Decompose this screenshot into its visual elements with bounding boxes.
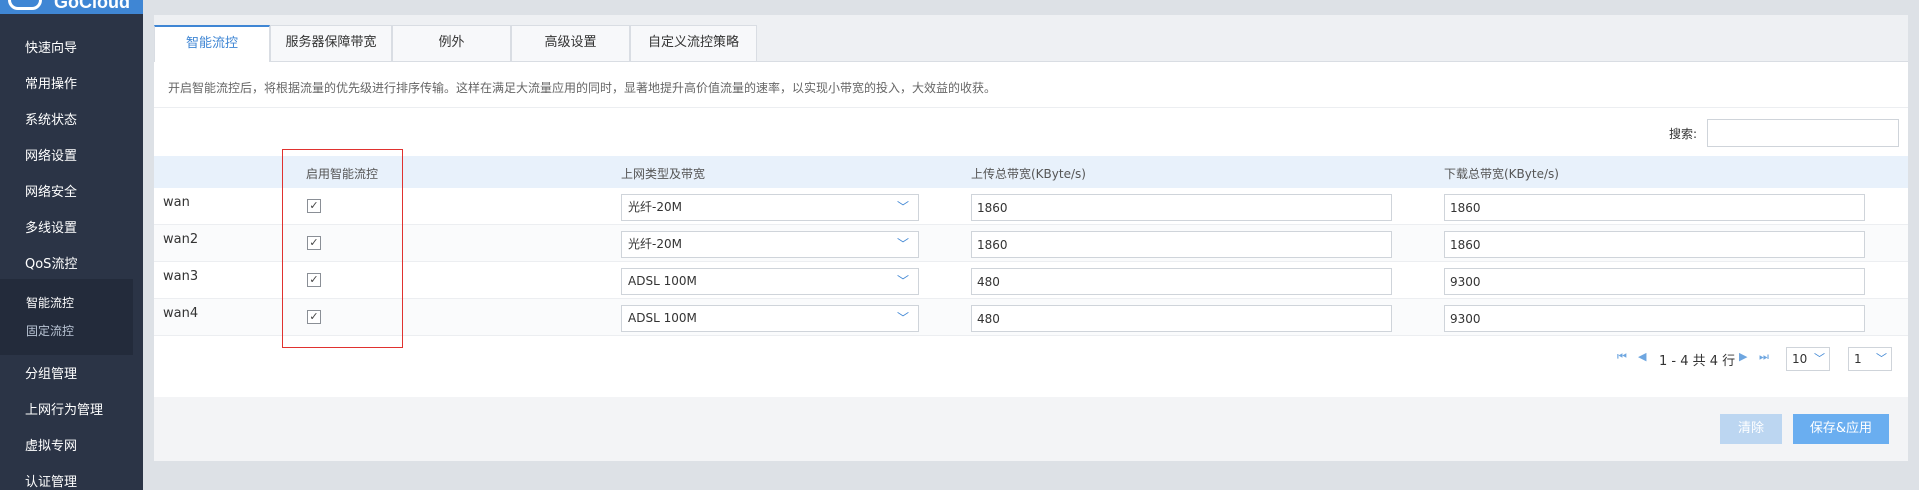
chevron-down-icon: ﹀ xyxy=(896,274,909,288)
chevron-down-icon: ﹀ xyxy=(896,311,909,325)
highlight-box xyxy=(282,149,403,348)
type-select-value: 光纤-20M xyxy=(628,237,682,251)
type-select-value: ADSL 100M xyxy=(628,274,697,288)
next-page-icon[interactable]: ▶ xyxy=(1739,350,1747,363)
page-number-value: 1 xyxy=(1854,352,1862,366)
table-row: wan ✓ 光纤-20M ﹀ xyxy=(154,188,1908,225)
sidebar-item-common-ops[interactable]: 常用操作 xyxy=(25,73,77,92)
wan-name: wan3 xyxy=(163,269,199,284)
sidebar-item-group-mgmt[interactable]: 分组管理 xyxy=(25,363,77,382)
chevron-down-icon: ﹀ xyxy=(1814,352,1825,365)
logo-text: GoCloud xyxy=(54,0,130,12)
tab-advanced[interactable]: 高级设置 xyxy=(511,25,630,61)
type-select[interactable]: 光纤-20M ﹀ xyxy=(621,194,919,221)
tab-bar: 智能流控 服务器保障带宽 例外 高级设置 自定义流控策略 xyxy=(154,15,1908,62)
type-select-value: ADSL 100M xyxy=(628,311,697,325)
last-page-icon[interactable]: ⏭ xyxy=(1759,350,1769,364)
page-number-select[interactable]: 1 ﹀ xyxy=(1848,347,1892,371)
type-select-value: 光纤-20M xyxy=(628,200,682,214)
upload-input[interactable] xyxy=(971,268,1392,295)
logo-icon xyxy=(8,0,42,10)
sidebar-item-auth-mgmt[interactable]: 认证管理 xyxy=(25,471,77,490)
header-type: 上网类型及带宽 xyxy=(621,167,706,181)
prev-page-icon[interactable]: ◀ xyxy=(1638,350,1646,363)
search-label: 搜索: xyxy=(1669,127,1698,141)
tab-server-bandwidth[interactable]: 服务器保障带宽 xyxy=(270,25,392,61)
tab-exception[interactable]: 例外 xyxy=(392,25,511,61)
wan-name: wan xyxy=(163,195,190,210)
clear-button[interactable]: 清除 xyxy=(1720,414,1782,444)
sidebar-item-network-settings[interactable]: 网络设置 xyxy=(25,145,77,164)
sidebar-submenu: 智能流控 固定流控 xyxy=(0,279,133,355)
main-panel: 智能流控 服务器保障带宽 例外 高级设置 自定义流控策略 开启智能流控后，将根据… xyxy=(154,15,1908,461)
content-area: 智能流控 服务器保障带宽 例外 高级设置 自定义流控策略 开启智能流控后，将根据… xyxy=(154,15,1908,397)
chevron-down-icon: ﹀ xyxy=(896,200,909,214)
sidebar-subitem-fixed-flow[interactable]: 固定流控 xyxy=(26,322,74,339)
header-upload: 上传总带宽(KByte/s) xyxy=(971,167,1086,181)
pager-range: 1 - 4 共 4 行 xyxy=(1659,354,1736,369)
page-size-select[interactable]: 10 ﹀ xyxy=(1786,347,1830,371)
sidebar-item-multiline[interactable]: 多线设置 xyxy=(25,217,77,236)
sidebar-item-network-security[interactable]: 网络安全 xyxy=(25,181,77,200)
sidebar: GoCloud 快速向导 常用操作 系统状态 网络设置 网络安全 多线设置 Qo… xyxy=(0,0,143,490)
type-select[interactable]: 光纤-20M ﹀ xyxy=(621,231,919,258)
table-row: wan3 ✓ ADSL 100M ﹀ xyxy=(154,262,1908,299)
download-input[interactable] xyxy=(1444,305,1865,332)
wan-name: wan2 xyxy=(163,232,199,247)
upload-input[interactable] xyxy=(971,231,1392,258)
type-select[interactable]: ADSL 100M ﹀ xyxy=(621,305,919,332)
header-download: 下载总带宽(KByte/s) xyxy=(1444,167,1559,181)
sidebar-item-behavior-mgmt[interactable]: 上网行为管理 xyxy=(25,399,103,418)
first-page-icon[interactable]: ⏮ xyxy=(1617,350,1627,364)
table-row: wan4 ✓ ADSL 100M ﹀ xyxy=(154,299,1908,336)
download-input[interactable] xyxy=(1444,194,1865,221)
logo[interactable]: GoCloud xyxy=(0,0,143,14)
chevron-down-icon: ﹀ xyxy=(1876,352,1887,365)
wan-name: wan4 xyxy=(163,306,199,321)
save-apply-button[interactable]: 保存&应用 xyxy=(1793,414,1889,444)
sidebar-subitem-smart-flow[interactable]: 智能流控 xyxy=(26,294,74,311)
sidebar-item-quick-guide[interactable]: 快速向导 xyxy=(25,37,77,56)
divider xyxy=(154,107,1908,108)
search-input[interactable] xyxy=(1707,119,1899,147)
table-header: 启用智能流控 上网类型及带宽 上传总带宽(KByte/s) 下载总带宽(KByt… xyxy=(154,156,1908,188)
download-input[interactable] xyxy=(1444,231,1865,258)
description-text: 开启智能流控后，将根据流量的优先级进行排序传输。这样在满足大流量应用的同时，显著… xyxy=(168,81,997,95)
table-row: wan2 ✓ 光纤-20M ﹀ xyxy=(154,225,1908,262)
upload-input[interactable] xyxy=(971,194,1392,221)
sidebar-item-system-status[interactable]: 系统状态 xyxy=(25,109,77,128)
tab-custom-policy[interactable]: 自定义流控策略 xyxy=(630,25,757,61)
chevron-down-icon: ﹀ xyxy=(896,237,909,251)
tab-smart-flow[interactable]: 智能流控 xyxy=(154,25,270,62)
sidebar-item-vpn[interactable]: 虚拟专网 xyxy=(25,435,77,454)
sidebar-item-qos[interactable]: QoS流控 xyxy=(25,253,77,272)
type-select[interactable]: ADSL 100M ﹀ xyxy=(621,268,919,295)
page-size-value: 10 xyxy=(1792,352,1808,366)
upload-input[interactable] xyxy=(971,305,1392,332)
download-input[interactable] xyxy=(1444,268,1865,295)
